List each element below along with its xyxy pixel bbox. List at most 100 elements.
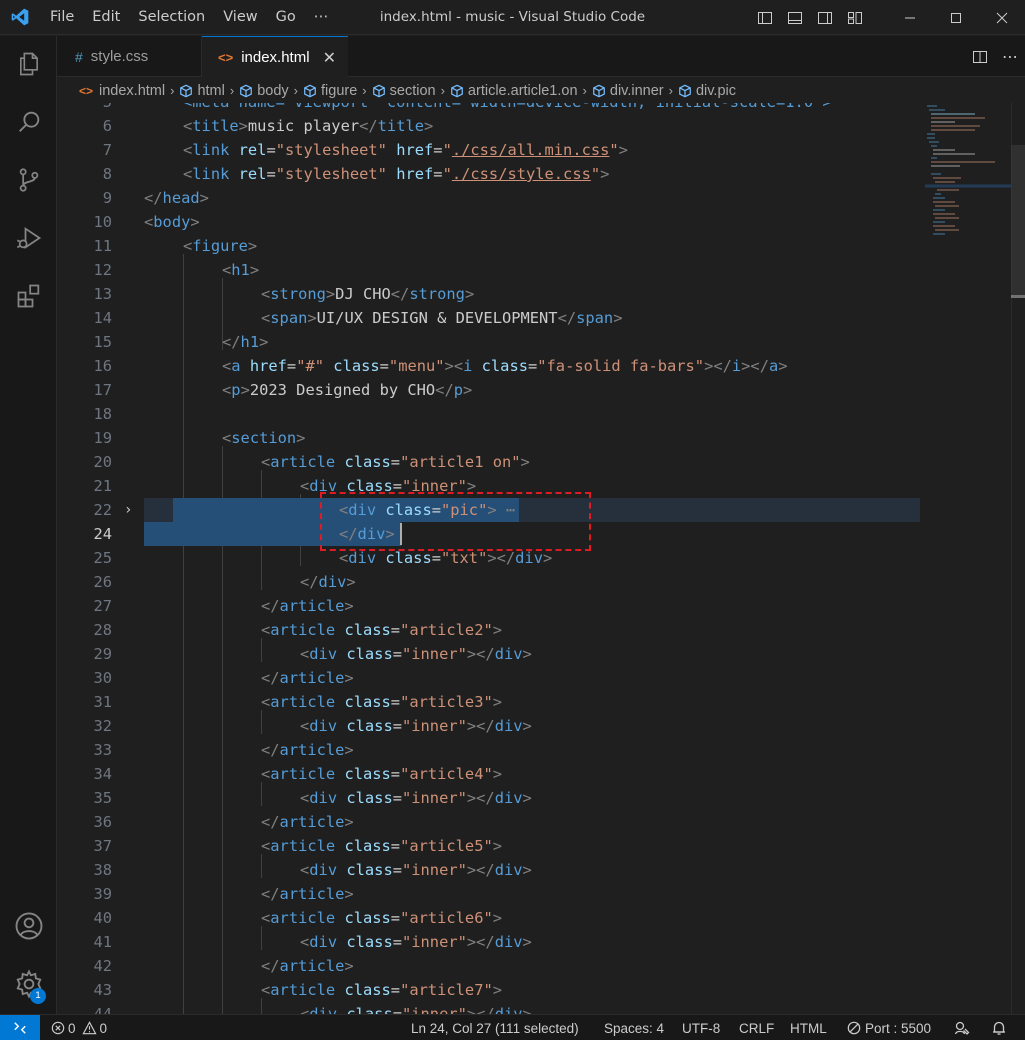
search-icon[interactable] xyxy=(0,98,57,146)
code-text: </head> xyxy=(144,189,209,207)
code-line[interactable]: 13 <strong>DJ CHO</strong> xyxy=(57,282,1025,306)
encoding-status[interactable]: UTF-8 xyxy=(682,1015,720,1040)
menu-edit[interactable]: Edit xyxy=(83,0,129,35)
code-line[interactable]: 14 <span>UI/UX DESIGN & DEVELOPMENT</span… xyxy=(57,306,1025,330)
tab-label: style.css xyxy=(90,48,149,65)
menu-file[interactable]: File xyxy=(40,0,83,35)
vertical-scrollbar[interactable] xyxy=(1011,103,1025,1014)
toggle-panel-icon[interactable] xyxy=(780,0,810,35)
code-line[interactable]: 21 <div class="inner"> xyxy=(57,474,1025,498)
scrollbar-thumb[interactable] xyxy=(1011,145,1025,295)
code-line[interactable]: 19 <section> xyxy=(57,426,1025,450)
menu-view[interactable]: View xyxy=(214,0,266,35)
run-debug-icon[interactable] xyxy=(0,214,57,262)
code-line[interactable]: 33 </article> xyxy=(57,738,1025,762)
breadcrumb-item[interactable]: div.inner xyxy=(592,83,664,99)
menu-selection[interactable]: Selection xyxy=(129,0,214,35)
code-line[interactable]: 9 </head> xyxy=(57,186,1025,210)
element-icon xyxy=(372,84,385,97)
extensions-icon[interactable] xyxy=(0,272,57,320)
code-line[interactable]: 43 <article class="article7"> xyxy=(57,978,1025,1002)
code-line[interactable]: 22 › <div class="pic"> ⋯ xyxy=(57,498,1025,522)
breadcrumb-item[interactable]: body xyxy=(239,83,289,99)
code-line[interactable]: 28 <article class="article2"> xyxy=(57,618,1025,642)
code-line[interactable]: 39 </article> xyxy=(57,882,1025,906)
code-line[interactable]: 26 </div> xyxy=(57,570,1025,594)
code-line[interactable]: 42 </article> xyxy=(57,954,1025,978)
code-line[interactable]: 37 <article class="article5"> xyxy=(57,834,1025,858)
code-line[interactable]: 44 <div class="inner"></div> xyxy=(57,1002,1025,1014)
notifications-bell-icon[interactable] xyxy=(991,1015,1007,1040)
code-line[interactable]: 8 <link rel="stylesheet" href="./css/styl… xyxy=(57,162,1025,186)
cursor-position[interactable]: Ln 24, Col 27 (111 selected) xyxy=(411,1015,579,1040)
menu-more-icon[interactable]: ⋯ xyxy=(305,0,338,35)
toggle-primary-sidebar-icon[interactable] xyxy=(750,0,780,35)
code-line[interactable]: 38 <div class="inner"></div> xyxy=(57,858,1025,882)
line-number: 25 xyxy=(93,549,112,567)
manage-icon[interactable]: 1 xyxy=(0,960,57,1008)
remote-indicator-icon[interactable] xyxy=(0,1015,40,1040)
code-line[interactable]: 31 <article class="article3"> xyxy=(57,690,1025,714)
breadcrumb-item[interactable]: div.pic xyxy=(678,83,736,99)
status-bar: 0 0 Ln 24, Col 27 (111 selected) Spaces:… xyxy=(0,1014,1025,1040)
close-window-icon[interactable] xyxy=(979,0,1025,35)
close-tab-icon[interactable]: ✕ xyxy=(323,48,336,68)
chevron-right-icon: › xyxy=(668,83,673,98)
split-editor-icon[interactable] xyxy=(965,49,995,65)
manage-badge: 1 xyxy=(30,988,46,1004)
menu-go[interactable]: Go xyxy=(267,0,305,35)
maximize-icon[interactable] xyxy=(933,0,979,35)
customize-layout-icon[interactable] xyxy=(840,0,870,35)
source-control-icon[interactable] xyxy=(0,156,57,204)
more-actions-icon[interactable]: ⋯ xyxy=(995,47,1025,66)
indentation-status[interactable]: Spaces: 4 xyxy=(604,1015,664,1040)
tab-index-html[interactable]: <> index.html ✕ xyxy=(202,36,348,78)
code-line[interactable]: 40 <article class="article6"> xyxy=(57,906,1025,930)
code-line[interactable]: 25 <div class="txt"></div> xyxy=(57,546,1025,570)
code-line[interactable]: 29 <div class="inner"></div> xyxy=(57,642,1025,666)
code-text: <div class="inner"></div> xyxy=(300,933,532,951)
code-line[interactable]: 20 <article class="article1 on"> xyxy=(57,450,1025,474)
breadcrumb-item[interactable]: <> index.html xyxy=(79,83,165,99)
code-line[interactable]: 32 <div class="inner"></div> xyxy=(57,714,1025,738)
tab-style-css[interactable]: # style.css xyxy=(57,36,202,77)
language-mode[interactable]: HTML xyxy=(790,1015,827,1040)
code-line[interactable]: 11 <figure> xyxy=(57,234,1025,258)
code-editor[interactable]: 5 <meta name="viewport" content="width=de… xyxy=(57,103,1025,1014)
minimize-icon[interactable] xyxy=(887,0,933,35)
code-line[interactable]: 15 </h1> xyxy=(57,330,1025,354)
line-number: 34 xyxy=(93,765,112,783)
minimap[interactable] xyxy=(925,103,1015,243)
code-line[interactable]: 35 <div class="inner"></div> xyxy=(57,786,1025,810)
copilot-icon[interactable] xyxy=(954,1015,970,1040)
code-line[interactable]: 16 <a href="#" class="menu"><i class="fa-… xyxy=(57,354,1025,378)
code-text: <strong>DJ CHO</strong> xyxy=(261,285,475,303)
breadcrumb-item[interactable]: html xyxy=(179,83,225,99)
code-line[interactable]: 41 <div class="inner"></div> xyxy=(57,930,1025,954)
code-line[interactable]: 12 <h1> xyxy=(57,258,1025,282)
code-line[interactable]: 18 xyxy=(57,402,1025,426)
problems-status[interactable]: 0 0 xyxy=(51,1015,107,1040)
code-line[interactable]: 5 <meta name="viewport" content="width=de… xyxy=(57,103,1025,114)
account-icon[interactable] xyxy=(0,902,57,950)
code-line[interactable]: 27 </article> xyxy=(57,594,1025,618)
code-line[interactable]: 36 </article> xyxy=(57,810,1025,834)
code-line[interactable]: 30 </article> xyxy=(57,666,1025,690)
breadcrumb-item[interactable]: section xyxy=(372,83,436,99)
element-icon xyxy=(304,84,316,97)
code-line[interactable]: 17 <p>2023 Designed by CHO</p> xyxy=(57,378,1025,402)
fold-chevron-icon[interactable]: › xyxy=(124,498,132,522)
code-line[interactable]: 7 <link rel="stylesheet" href="./css/all.… xyxy=(57,138,1025,162)
explorer-icon[interactable] xyxy=(0,40,57,88)
toggle-secondary-sidebar-icon[interactable] xyxy=(810,0,840,35)
live-server-status[interactable]: Port : 5500 xyxy=(847,1015,931,1040)
code-line[interactable]: 6 <title>music player</title> xyxy=(57,114,1025,138)
eol-status[interactable]: CRLF xyxy=(739,1015,774,1040)
line-number: 8 xyxy=(102,165,112,183)
breadcrumb-item[interactable]: figure xyxy=(303,83,357,99)
code-line[interactable]: 10 <body> xyxy=(57,210,1025,234)
code-text: <article class="article4"> xyxy=(261,765,503,783)
breadcrumb-item[interactable]: article.article1.on xyxy=(450,83,578,99)
code-line[interactable]: 34 <article class="article4"> xyxy=(57,762,1025,786)
code-line[interactable]: 24 </div> xyxy=(57,522,1025,546)
